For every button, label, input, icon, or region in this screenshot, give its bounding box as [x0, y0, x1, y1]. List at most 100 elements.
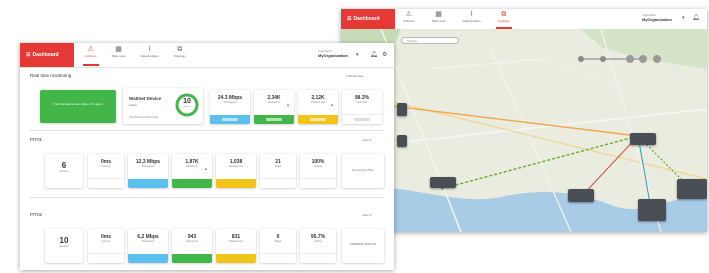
dashboard-brand-button[interactable]: ☰ Dashboard: [341, 9, 395, 29]
device-marker[interactable]: [430, 177, 456, 188]
tab-archives[interactable]: ⚠ Archives: [83, 46, 99, 66]
metric-card[interactable]: 12,3 Mbps Throughput: [128, 154, 168, 188]
metric-color-bar: [210, 115, 250, 124]
metric-bar-pill: [354, 118, 370, 121]
metric-card[interactable]: 2,34K Packets In ▲: [254, 90, 294, 124]
metric-value: 831: [231, 234, 241, 240]
device-count-label: devices: [183, 106, 191, 108]
dashboard-brand-button[interactable]: ☰ Dashboard: [20, 43, 74, 67]
metric-label: Flags: [274, 240, 282, 243]
tab-label: Data Analysis: [462, 19, 481, 23]
section-title-pit01: PIT01: [30, 137, 43, 142]
pit02-more-link[interactable]: more ▾: [362, 213, 371, 217]
device-count-ring: [175, 93, 199, 117]
metric-card[interactable]: 831 Packets Out: [216, 229, 256, 263]
pit01-device-count-label: devices: [59, 170, 69, 173]
bell-icon[interactable]: 🔔︎: [370, 51, 378, 58]
metric-value: 95.7%: [310, 234, 326, 240]
metric-value: 943: [187, 234, 197, 240]
tab-topology[interactable]: ⧉ Topology: [172, 46, 188, 64]
device-marker[interactable]: [397, 103, 407, 116]
metric-value: 1,87K: [185, 159, 199, 165]
metric-label: Latency: [101, 165, 111, 168]
summary-sub: online: [129, 103, 138, 107]
tab-table-view[interactable]: ▦ Table view: [110, 46, 128, 64]
main-nav: ⚠ Archives ▦ Table view ⌇ Data Analysis …: [83, 46, 188, 66]
tab-label: Data Analysis: [140, 54, 159, 58]
tab-archives[interactable]: ⚠ Archives: [401, 11, 417, 27]
status-banner-text: If all the devices are online, it's gree…: [53, 102, 103, 106]
metric-card[interactable]: 2,12K Packets Out ▲: [298, 90, 338, 124]
network-node[interactable]: [639, 55, 647, 63]
menu-icon: ☰: [26, 52, 31, 58]
tab-table-view[interactable]: ▦ Table view: [430, 11, 448, 27]
metric-card[interactable]: 95.7% Uptime: [300, 229, 336, 263]
metric-color-bar: [172, 179, 212, 188]
network-node[interactable]: [578, 56, 584, 62]
device-count-card[interactable]: 10 devices: [45, 229, 83, 263]
metric-value: 21: [275, 159, 281, 165]
metric-color-bar: [216, 179, 256, 188]
metric-label: Flags: [274, 165, 282, 168]
device-marker[interactable]: [397, 135, 407, 147]
network-node[interactable]: [626, 55, 634, 63]
warning-icon: ⚠: [405, 11, 412, 18]
gear-icon[interactable]: ⚙: [382, 51, 387, 58]
metric-value: 2,34K: [267, 95, 281, 101]
metric-white-bar: [260, 178, 296, 188]
section-divider: [30, 197, 384, 198]
metric-card[interactable]: 0ms Latency: [88, 229, 124, 263]
tab-label: Topology: [497, 19, 510, 23]
chevron-down-icon[interactable]: ▾: [356, 52, 359, 58]
metric-label: Throughput: [141, 240, 155, 243]
metric-card[interactable]: 98.3% Link Rate: [342, 90, 382, 124]
chart-icon: ⌇: [147, 46, 152, 53]
metric-card[interactable]: 1,87K Packets In ▲: [172, 154, 212, 188]
metric-card[interactable]: 0ms Latency: [88, 154, 124, 188]
metric-value: 0ms: [100, 234, 111, 240]
map-search-input[interactable]: Search...: [401, 37, 459, 44]
metric-card[interactable]: 24.3 Mbps Throughput: [210, 90, 250, 124]
table-icon: ▦: [115, 46, 122, 53]
metric-value: 2,12K: [311, 95, 325, 101]
device-marker[interactable]: [638, 199, 666, 221]
organization-select[interactable]: Organization MyOrganization: [318, 50, 348, 58]
tab-label: Topology: [173, 54, 186, 58]
section-title-pit02: PIT02: [30, 212, 43, 217]
more-label: more: [362, 213, 369, 217]
metric-card[interactable]: 100% Uptime: [300, 154, 336, 188]
device-marker[interactable]: [630, 133, 656, 145]
metric-card[interactable]: 943 Packets In: [172, 229, 212, 263]
all-devices-link[interactable]: ≡ All Devices: [346, 74, 363, 78]
metric-card[interactable]: 1,038 Packets Out: [216, 154, 256, 188]
tab-data-analysis[interactable]: ⌇ Data Analysis: [139, 46, 161, 64]
tab-topology[interactable]: ⧉ Topology: [495, 11, 512, 29]
pit01-status-note: No devices offline: [351, 168, 375, 172]
metric-card[interactable]: 6,2 Mbps Throughput: [128, 229, 168, 263]
status-note-card: No devices offline: [342, 154, 384, 188]
more-label: more: [362, 138, 369, 142]
section-divider: [30, 130, 384, 131]
pit01-more-link[interactable]: more ▾: [362, 138, 371, 142]
metric-label: Packets In: [185, 240, 199, 243]
device-count-card[interactable]: 6 devices: [45, 154, 83, 188]
chart-icon: ⌇: [469, 11, 474, 18]
metric-value: 0: [276, 234, 280, 240]
metric-card[interactable]: 21 Flags: [260, 154, 296, 188]
organization-value: MyOrganization: [642, 17, 673, 22]
metric-label: Link Rate: [356, 101, 368, 104]
device-marker[interactable]: [568, 189, 594, 202]
metric-bar-pill: [310, 118, 326, 121]
device-marker[interactable]: [677, 179, 707, 199]
menu-icon: ☰: [347, 16, 352, 22]
metric-card[interactable]: 0 Flags: [260, 229, 296, 263]
metric-label: Latency: [101, 240, 111, 243]
organization-select[interactable]: Organization MyOrganization: [642, 14, 672, 22]
chevron-down-icon[interactable]: ▾: [682, 15, 685, 21]
network-node[interactable]: [653, 55, 661, 63]
bell-icon[interactable]: 🔔︎: [692, 14, 700, 21]
network-node[interactable]: [600, 56, 606, 62]
top-bar: ☰ Dashboard ⚠ Archives ▦ Table view ⌇ Da…: [20, 43, 394, 68]
device-summary-card[interactable]: Wattnet Device online Total Device (Onli…: [123, 88, 203, 124]
tab-data-analysis[interactable]: ⌇ Data Analysis: [461, 11, 483, 27]
